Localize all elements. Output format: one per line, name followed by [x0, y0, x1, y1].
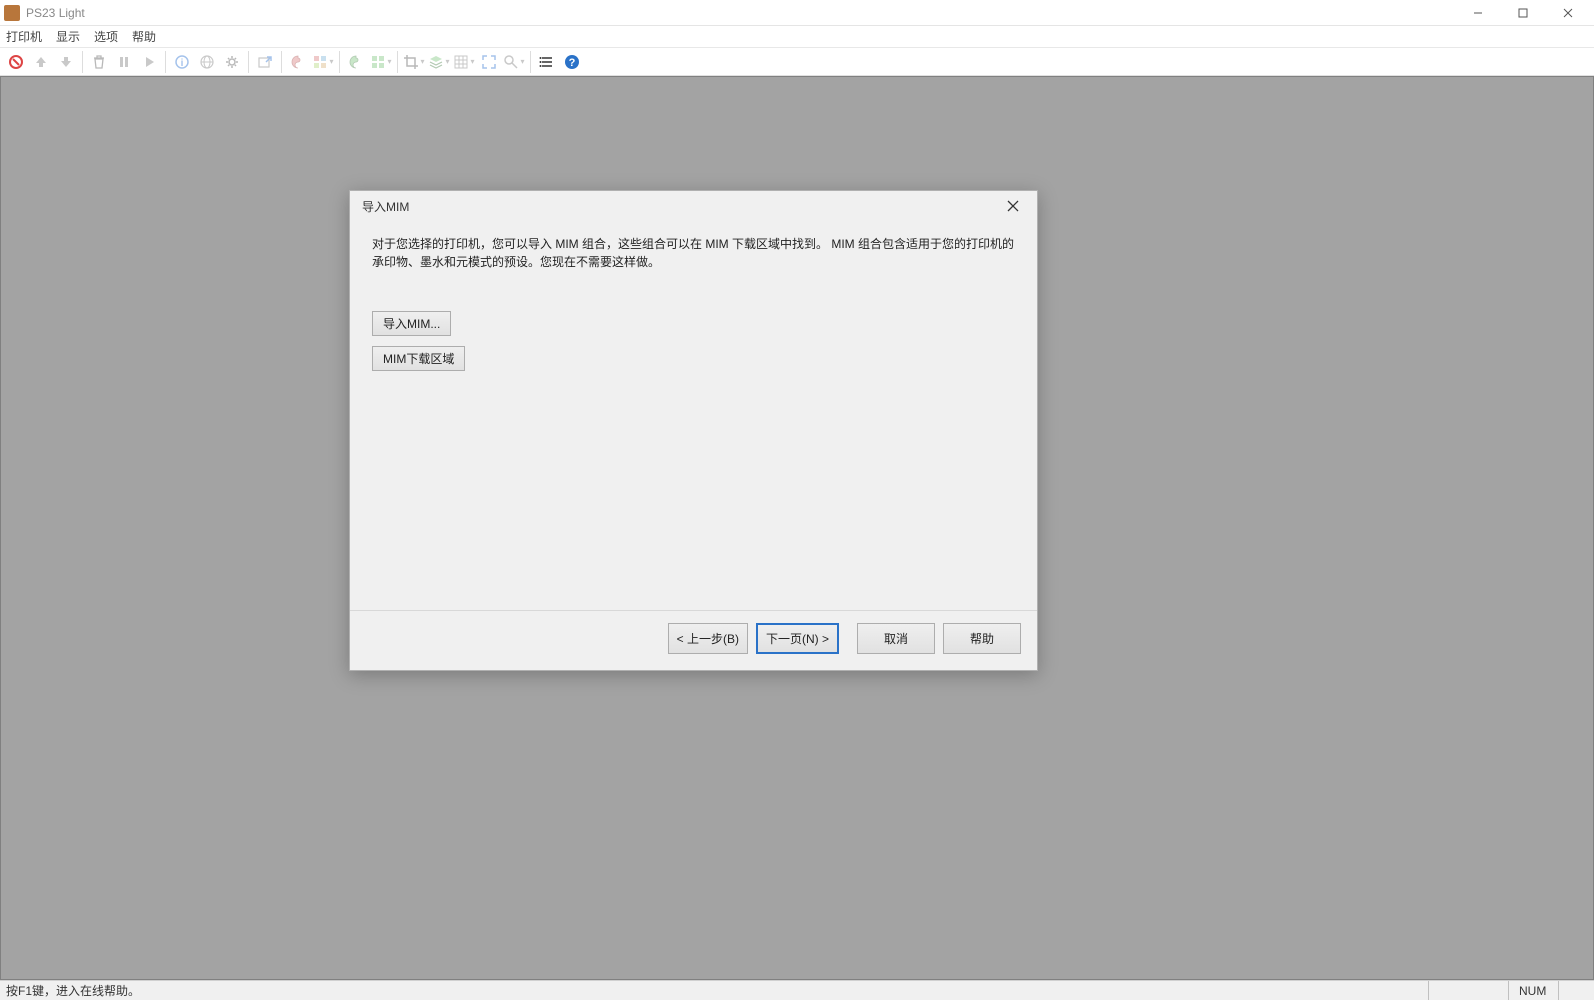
next-button[interactable]: 下一页(N) > — [756, 623, 839, 654]
measure-button[interactable] — [502, 50, 526, 74]
statusbar-cell1 — [1428, 981, 1508, 1000]
play-button[interactable] — [137, 50, 161, 74]
app-title: PS23 Light — [26, 6, 85, 20]
svg-text:?: ? — [569, 57, 576, 69]
pause-button[interactable] — [112, 50, 136, 74]
layers-button[interactable] — [427, 50, 451, 74]
stop-button[interactable] — [4, 50, 28, 74]
layout1-button[interactable] — [311, 50, 335, 74]
up-arrow-button[interactable] — [29, 50, 53, 74]
back-button[interactable]: < 上一步(B) — [668, 623, 748, 654]
statusbar-hint: 按F1键，进入在线帮助。 — [6, 982, 140, 999]
grid-button[interactable] — [452, 50, 476, 74]
crop-button[interactable] — [402, 50, 426, 74]
mim-download-button[interactable]: MIM下载区域 — [372, 346, 465, 371]
menubar: 打印机 显示 选项 帮助 — [0, 26, 1594, 48]
statusbar: 按F1键，进入在线帮助。 NUM — [0, 980, 1594, 1000]
dialog-description: 对于您选择的打印机，您可以导入 MIM 组合，这些组合可以在 MIM 下载区域中… — [372, 235, 1015, 271]
cancel-button[interactable]: 取消 — [857, 623, 935, 654]
help-button[interactable]: ? — [560, 50, 584, 74]
globe-button[interactable] — [195, 50, 219, 74]
menu-printer[interactable]: 打印机 — [6, 28, 42, 45]
menu-options[interactable]: 选项 — [94, 28, 118, 45]
minimize-button[interactable] — [1455, 1, 1500, 25]
info-button[interactable]: i — [170, 50, 194, 74]
dialog-help-button[interactable]: 帮助 — [943, 623, 1021, 654]
import-mim-dialog: 导入MIM 对于您选择的打印机，您可以导入 MIM 组合，这些组合可以在 MIM… — [349, 190, 1038, 671]
maximize-button[interactable] — [1500, 1, 1545, 25]
statusbar-cell3 — [1558, 981, 1588, 1000]
list-button[interactable] — [535, 50, 559, 74]
window-controls — [1455, 1, 1590, 25]
paint2-button[interactable] — [369, 50, 393, 74]
dialog-title: 导入MIM — [362, 198, 409, 215]
import-mim-button[interactable]: 导入MIM... — [372, 311, 451, 336]
dialog-body: 对于您选择的打印机，您可以导入 MIM 组合，这些组合可以在 MIM 下载区域中… — [350, 221, 1037, 610]
down-arrow-button[interactable] — [54, 50, 78, 74]
close-button[interactable] — [1545, 1, 1590, 25]
fullscreen-button[interactable] — [477, 50, 501, 74]
open-button[interactable] — [253, 50, 277, 74]
dialog-close-button[interactable] — [1001, 194, 1025, 218]
paint1-button[interactable] — [344, 50, 368, 74]
trash-button[interactable] — [87, 50, 111, 74]
dialog-footer: < 上一步(B) 下一页(N) > 取消 帮助 — [350, 610, 1037, 670]
toolbar: i ? — [0, 48, 1594, 76]
palette-button[interactable] — [286, 50, 310, 74]
app-icon — [4, 5, 20, 21]
statusbar-num: NUM — [1508, 981, 1558, 1000]
dialog-titlebar: 导入MIM — [350, 191, 1037, 221]
titlebar: PS23 Light — [0, 0, 1594, 26]
svg-text:i: i — [181, 58, 184, 69]
menu-help[interactable]: 帮助 — [132, 28, 156, 45]
menu-display[interactable]: 显示 — [56, 28, 80, 45]
gear-button[interactable] — [220, 50, 244, 74]
